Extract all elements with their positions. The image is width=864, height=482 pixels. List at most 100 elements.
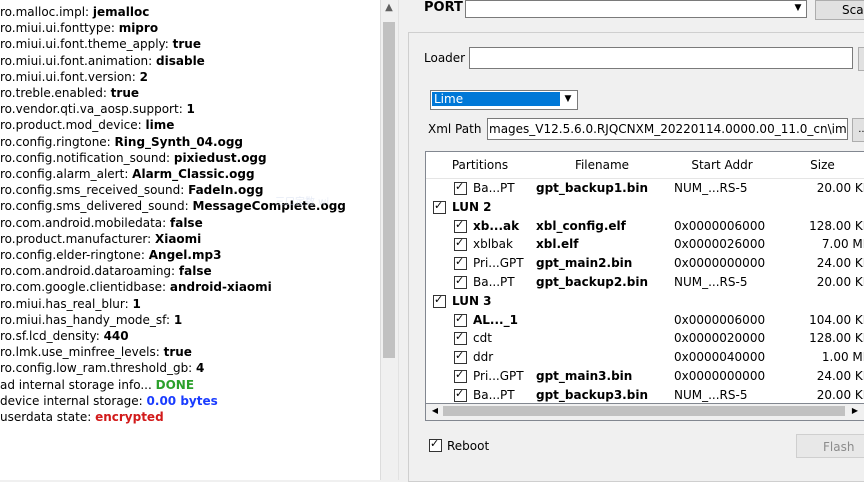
- row-checkbox[interactable]: [433, 198, 446, 214]
- row-checkbox[interactable]: [433, 292, 446, 308]
- partition-row[interactable]: xb...ak xbl_config.elf 0x0000006000 128.00 …: [426, 217, 864, 236]
- log-value: 0.00 bytes: [146, 393, 218, 408]
- partition-row[interactable]: Ba...PT gpt_backup3.bin NUM_...RS-5 20.00 K…: [426, 386, 864, 405]
- log-key: ro.product.mod_device:: [0, 118, 146, 133]
- row-checkbox[interactable]: [454, 235, 467, 252]
- row-checkbox[interactable]: [454, 329, 467, 346]
- partition-name: Ba...PT: [473, 275, 515, 289]
- partition-size: 20.00 KB: [816, 275, 864, 289]
- log-line: ro.config.low_ram.threshold_gb: 4: [0, 360, 204, 376]
- watermark: 三口定数 wi: [275, 197, 330, 208]
- scroll-right-arrow-icon[interactable]: ▶: [848, 404, 862, 418]
- xml-browse-button[interactable]: ...: [852, 118, 864, 142]
- log-value: 1: [186, 102, 195, 117]
- partition-row[interactable]: Pri...GPT gpt_main2.bin 0x0000000000 24.00 …: [426, 254, 864, 273]
- log-key: ro.malloc.impl:: [0, 5, 93, 19]
- row-checkbox[interactable]: [454, 311, 467, 327]
- row-checkbox[interactable]: [454, 254, 467, 271]
- log-value: Alarm_Classic.ogg: [132, 167, 255, 181]
- partition-name: xblbak: [473, 237, 513, 252]
- partition-filename: gpt_backup2.bin: [536, 275, 648, 289]
- column-header-start-addr[interactable]: Start Addr: [670, 152, 775, 179]
- port-select[interactable]: [465, 0, 807, 18]
- log-key: ro.miui.ui.font.animation:: [0, 53, 157, 68]
- log-value: true: [163, 345, 192, 360]
- panel-divider[interactable]: [398, 0, 405, 480]
- partition-row[interactable]: ddr 0x0000040000 1.00 MB: [426, 348, 864, 367]
- partition-row[interactable]: Ba...PT gpt_backup2.bin NUM_...RS-5 20.00 K…: [426, 273, 864, 292]
- lun-label: LUN 2: [452, 199, 492, 214]
- log-line: ro.product.mod_device: lime: [0, 117, 174, 133]
- xml-path-label: Xml Path: [428, 122, 482, 136]
- log-line: ro.treble.enabled: true: [0, 85, 139, 101]
- log-value: 440: [103, 329, 129, 343]
- log-line: device internal storage: 0.00 bytes: [0, 393, 218, 409]
- partition-start-addr: 0x0000006000: [674, 218, 766, 233]
- partition-row[interactable]: cdt 0x0000020000 128.00 KB: [426, 329, 864, 348]
- chevron-down-icon[interactable]: ▼: [790, 0, 806, 16]
- log-line: ro.config.elder-ringtone: Angel.mp3: [0, 247, 221, 263]
- loader-label: Loader: [424, 51, 466, 65]
- loader-browse-button[interactable]: [858, 47, 864, 71]
- log-line: ro.config.ringtone: Ring_Synth_04.ogg: [0, 134, 243, 150]
- partition-filename: gpt_main2.bin: [536, 256, 633, 271]
- chevron-down-icon[interactable]: ▼: [560, 91, 576, 107]
- log-value: 1: [173, 312, 183, 327]
- table-scrollbar-thumb[interactable]: [443, 406, 845, 416]
- log-value: Xiaomi: [154, 231, 202, 246]
- lun-label: LUN 3: [452, 293, 492, 308]
- log-value: FadeIn.ogg: [188, 183, 264, 198]
- lun-group-row[interactable]: LUN 2: [426, 198, 864, 217]
- partition-table: Partitions Filename Start Addr Size Ba..…: [425, 151, 864, 421]
- partition-name: xb...ak: [473, 218, 520, 233]
- xml-path-input[interactable]: mages_V12.5.6.0.RJQCNXM_20220114.0000.00…: [487, 118, 848, 140]
- reboot-checkbox[interactable]: [429, 436, 442, 452]
- partition-size: 24.00 KB: [816, 256, 864, 271]
- partition-filename: [536, 329, 668, 348]
- loader-input[interactable]: [469, 47, 853, 69]
- row-checkbox[interactable]: [454, 179, 467, 195]
- lun-group-row[interactable]: LUN 3: [426, 292, 864, 311]
- partition-row[interactable]: AL..._1 0x0000006000 104.00 KB: [426, 311, 864, 330]
- scroll-up-arrow-icon[interactable]: ▲: [380, 0, 398, 16]
- partition-row[interactable]: Pri...GPT gpt_main3.bin 0x0000000000 24.00 …: [426, 367, 864, 386]
- model-selected-value[interactable]: Lime: [432, 92, 560, 106]
- log-line: ro.miui.has_handy_mode_sf: 1: [0, 312, 182, 328]
- row-checkbox[interactable]: [454, 273, 467, 289]
- log-line: ro.malloc.impl: jemalloc: [0, 4, 149, 20]
- log-key: ro.config.notification_sound:: [0, 150, 174, 165]
- scroll-left-arrow-icon[interactable]: ◀: [428, 404, 442, 418]
- column-header-partitions[interactable]: Partitions: [426, 152, 535, 179]
- row-checkbox[interactable]: [454, 217, 467, 233]
- partition-start-addr: 0x0000000000: [674, 369, 766, 383]
- flash-button[interactable]: Flash: [796, 434, 864, 458]
- log-line: ro.config.notification_sound: pixiedust.…: [0, 150, 267, 166]
- log-value: false: [170, 215, 203, 230]
- log-line: ro.com.android.mobiledata: false: [0, 215, 203, 231]
- log-line: ro.miui.ui.font.animation: disable: [0, 53, 205, 69]
- partition-filename: xbl_config.elf: [536, 218, 626, 233]
- log-key: ro.config.elder-ringtone:: [0, 248, 149, 262]
- partition-name: cdt: [473, 331, 492, 346]
- scan-button[interactable]: Scan: [815, 0, 864, 20]
- log-key: ro.miui.ui.font.theme_apply:: [0, 37, 173, 52]
- partition-size: 1.00 MB: [821, 350, 864, 365]
- partition-row[interactable]: xblbak xbl.elf 0x0000026000 7.00 MB: [426, 235, 864, 254]
- column-header-size[interactable]: Size: [774, 152, 864, 179]
- log-value: disable: [156, 53, 205, 68]
- column-header-filename[interactable]: Filename: [534, 152, 671, 179]
- row-checkbox[interactable]: [454, 348, 467, 365]
- partition-start-addr: NUM_...RS-5: [674, 275, 748, 289]
- log-line: ro.miui.ui.fonttype: mipro: [0, 20, 158, 36]
- partition-start-addr: 0x0000020000: [674, 331, 766, 346]
- log-scrollbar-thumb[interactable]: [383, 22, 395, 358]
- row-checkbox[interactable]: [454, 386, 467, 402]
- log-line: ro.config.alarm_alert: Alarm_Classic.ogg: [0, 166, 255, 182]
- log-key: ro.config.sms_delivered_sound:: [0, 199, 193, 214]
- log-value: mipro: [118, 21, 159, 36]
- log-key: ro.com.google.clientidbase:: [0, 280, 170, 295]
- partition-row[interactable]: Ba...PT gpt_backup1.bin NUM_...RS-5 20.00 K…: [426, 179, 864, 198]
- row-checkbox[interactable]: [454, 367, 467, 383]
- partition-name: Ba...PT: [473, 387, 515, 402]
- log-value: 1: [132, 296, 141, 311]
